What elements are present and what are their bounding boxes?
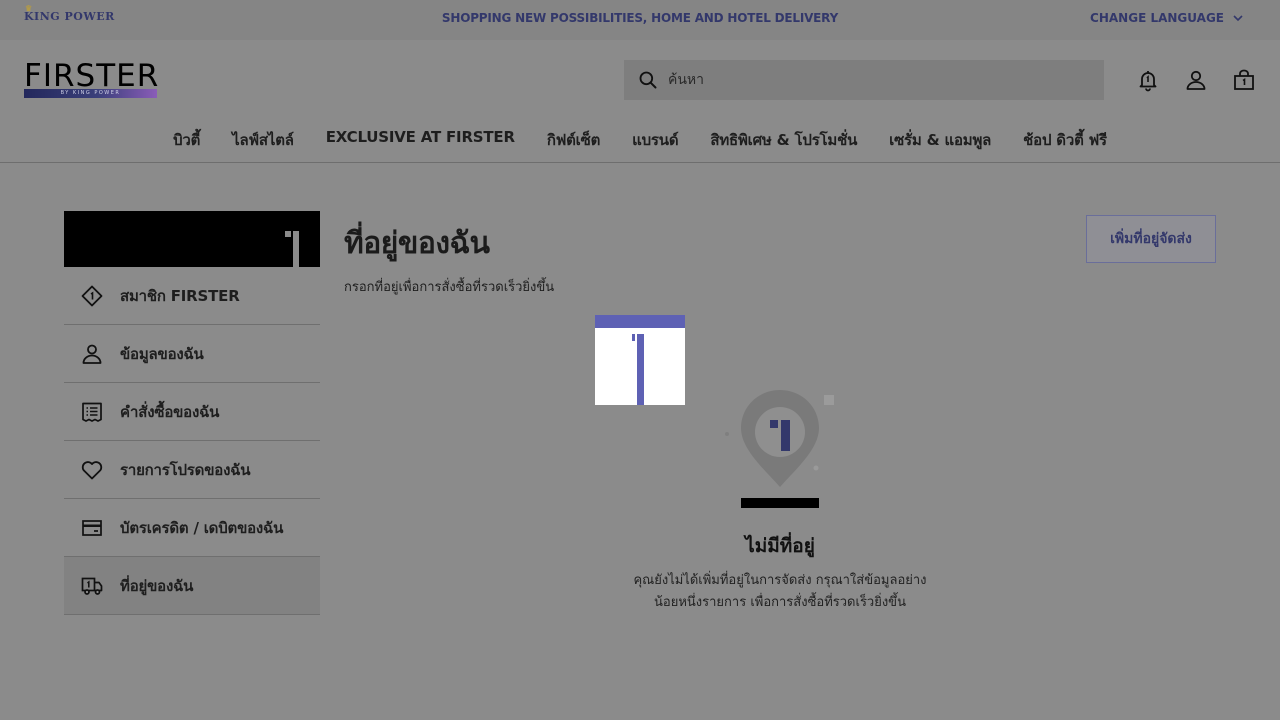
change-language-button[interactable]: CHANGE LANGUAGE [1090, 11, 1244, 25]
nav-item-shop-duty-free[interactable]: ช้อป ดิวตี้ ฟรี [1023, 128, 1107, 152]
delivery-truck-icon [81, 577, 103, 595]
main-navigation: บิวตี้ ไลฟ์สไตล์ EXCLUSIVE AT FIRSTER กิ… [0, 128, 1280, 152]
nav-item-gift-set[interactable]: กิฟต์เซ็ต [547, 128, 600, 152]
header-divider [0, 162, 1280, 163]
sidebar-item-label: ที่อยู่ของฉัน [120, 576, 194, 595]
sidebar-item-my-addresses[interactable]: ที่อยู่ของฉัน [64, 557, 320, 615]
bell-icon[interactable] [1136, 68, 1160, 92]
account-sidebar-menu: สมาชิก FIRSTER ข้อมูลของฉัน คำสั่งซื้อขอ… [64, 267, 320, 615]
placeholder-mark-bar [637, 334, 644, 405]
member-diamond-icon [81, 285, 103, 306]
placeholder-mark-dot [632, 334, 635, 341]
user-account-icon[interactable] [1184, 68, 1208, 92]
empty-state-title: ไม่มีที่อยู่ [745, 535, 815, 557]
sidebar-item-my-orders[interactable]: คำสั่งซื้อของฉัน [64, 383, 320, 441]
person-icon [82, 344, 102, 364]
placeholder-top-bar [595, 315, 685, 328]
firster-logo-wordmark: FIRSTER [24, 58, 160, 94]
credit-card-icon [82, 519, 102, 536]
empty-state-description-line: คุณยังไม่ได้เพิ่มที่อยู่ในการจัดส่ง กรุณ… [633, 573, 927, 588]
sidebar-item-label: ข้อมูลของฉัน [120, 344, 204, 363]
search-bar[interactable] [624, 60, 1104, 100]
banner-mark-bar [293, 231, 299, 267]
nav-item-exclusive[interactable]: EXCLUSIVE AT FIRSTER [326, 128, 515, 152]
nav-item-brands[interactable]: แบรนด์ [632, 128, 678, 152]
firster-logo-bar: BY KING POWER [24, 89, 157, 98]
sidebar-item-label: คำสั่งซื้อของฉัน [120, 402, 220, 421]
empty-state-description-line: น้อยหนึ่งรายการ เพื่อการสั่งซื้อที่รวดเร… [654, 595, 906, 610]
top-announcement-bar: ♛ KING POWER SHOPPING NEW POSSIBILITIES,… [0, 0, 1280, 40]
sidebar-item-label: รายการโปรดของฉัน [120, 460, 251, 479]
nav-item-lifestyle[interactable]: ไลฟ์สไตล์ [232, 128, 294, 152]
chevron-down-icon [1233, 15, 1243, 22]
search-input[interactable] [668, 72, 1068, 88]
page-subtitle: กรอกที่อยู่เพื่อการสั่งซื้อที่รวดเร็วยิ่… [344, 280, 555, 295]
nav-item-privileges-promotions[interactable]: สิทธิพิเศษ & โปรโมชั่น [710, 128, 857, 152]
firster-logo[interactable]: FIRSTER BY KING POWER [24, 61, 158, 99]
nav-item-beauty[interactable]: บิวตี้ [173, 128, 200, 152]
nav-item-serum-ampoule[interactable]: เซรั่ม & แอมพูล [889, 128, 991, 152]
heart-icon [81, 460, 103, 479]
empty-address-pin-illustration [725, 390, 834, 508]
member-banner [64, 211, 320, 267]
empty-state-description: คุณยังไม่ได้เพิ่มที่อยู่ในการจัดส่ง กรุณ… [620, 570, 940, 614]
shopping-bag-icon[interactable] [1232, 68, 1256, 92]
loading-image-placeholder [595, 315, 685, 405]
sidebar-item-label: สมาชิก FIRSTER [120, 286, 240, 305]
receipt-icon [82, 402, 102, 422]
banner-mark-dot [285, 231, 291, 237]
search-icon [639, 71, 657, 89]
firster-logo-tagline: BY KING POWER [60, 90, 121, 96]
page-title: ที่อยู่ของฉัน [344, 226, 490, 261]
promo-text: SHOPPING NEW POSSIBILITIES, HOME AND HOT… [441, 11, 839, 25]
sidebar-item-my-info[interactable]: ข้อมูลของฉัน [64, 325, 320, 383]
sidebar-item-label: บัตรเครดิต / เดบิตของฉัน [120, 518, 284, 537]
sidebar-item-payment-cards[interactable]: บัตรเครดิต / เดบิตของฉัน [64, 499, 320, 557]
sidebar-item-firster-member[interactable]: สมาชิก FIRSTER [64, 267, 320, 325]
sidebar-item-wishlist[interactable]: รายการโปรดของฉัน [64, 441, 320, 499]
add-address-button[interactable]: เพิ่มที่อยู่จัดส่ง [1086, 215, 1216, 263]
change-language-label: CHANGE LANGUAGE [1090, 11, 1224, 25]
